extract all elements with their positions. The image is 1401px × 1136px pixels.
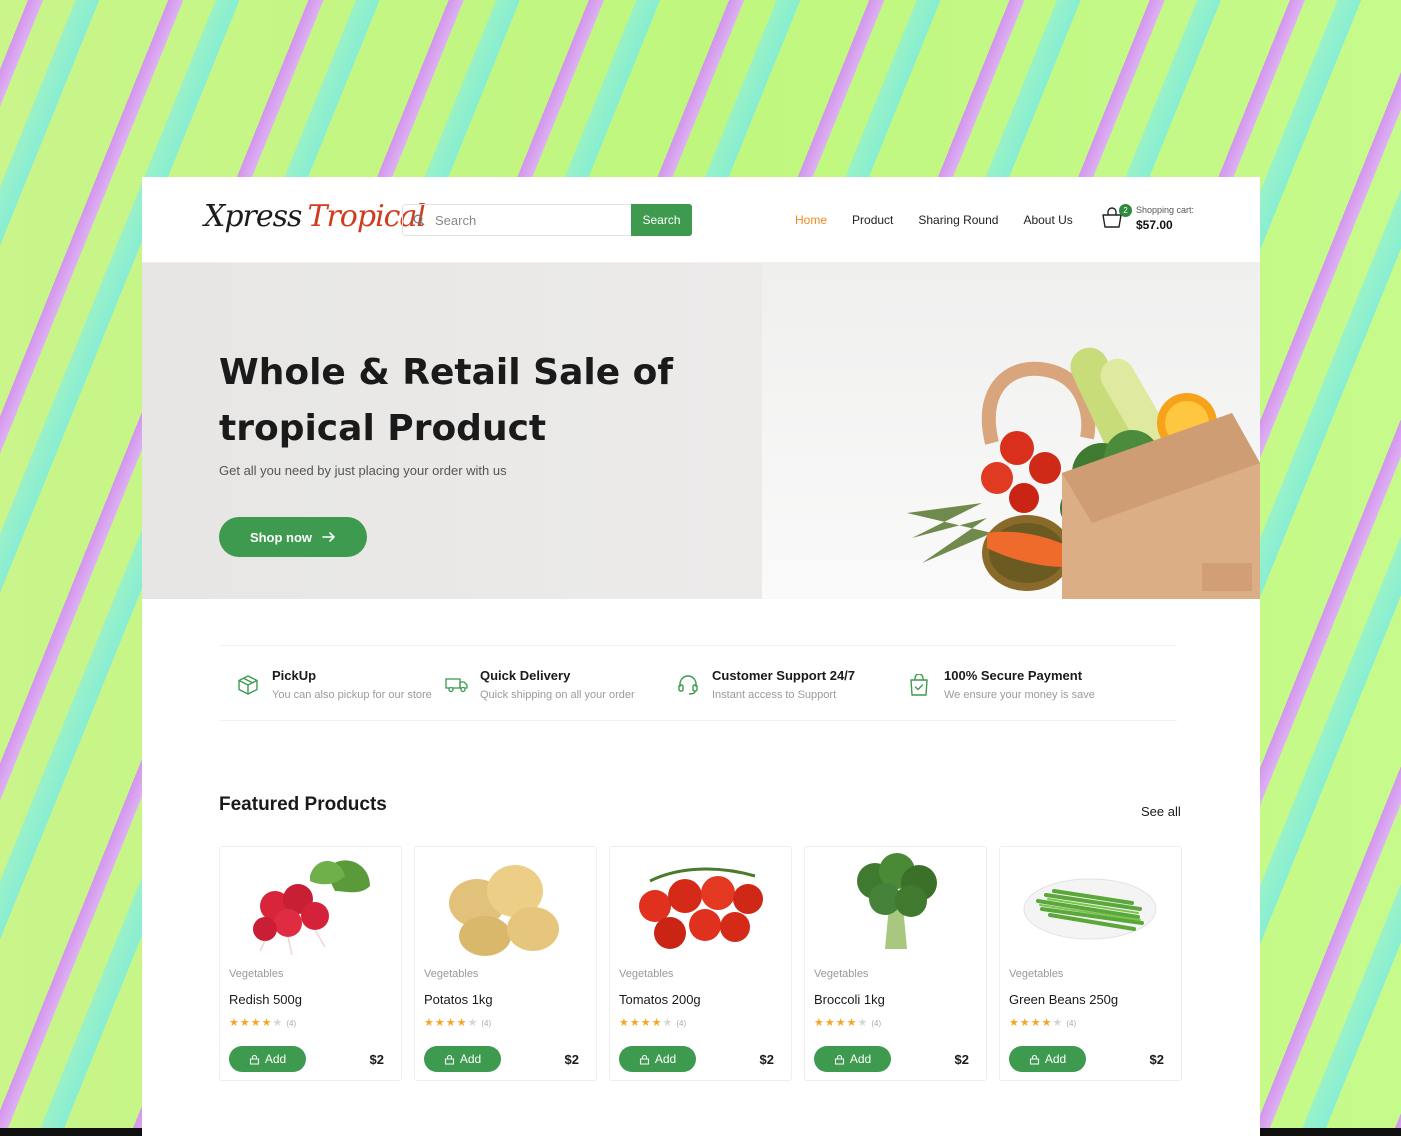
add-to-cart-button[interactable]: Add (424, 1046, 501, 1072)
product-card[interactable]: Vegetables Green Beans 250g ★★★★★ (4) Add… (999, 846, 1182, 1081)
product-card[interactable]: Vegetables Potatos 1kg ★★★★★ (4) Add $2 (414, 846, 597, 1081)
feature-quick-delivery: Quick Delivery Quick shipping on all you… (445, 646, 677, 720)
product-price: $2 (1149, 1052, 1164, 1067)
product-price: $2 (369, 1052, 384, 1067)
lock-bag-icon (639, 1054, 649, 1065)
broccoli-image (857, 853, 937, 949)
box-icon (237, 674, 263, 700)
review-count: (4) (871, 1019, 882, 1028)
add-label: Add (459, 1052, 482, 1066)
main-nav: Home Product Sharing Round About Us (795, 213, 1073, 227)
review-count: (4) (286, 1019, 297, 1028)
feature-customer-support: Customer Support 24/7 Instant access to … (677, 646, 909, 720)
add-to-cart-button[interactable]: Add (1009, 1046, 1086, 1072)
product-category: Vegetables (229, 968, 284, 980)
add-to-cart-button[interactable]: Add (619, 1046, 696, 1072)
product-name: Tomatos 200g (619, 992, 701, 1007)
product-category: Vegetables (814, 968, 869, 980)
features-strip: PickUp You can also pickup for our store… (219, 645, 1177, 721)
nav-sharing-round[interactable]: Sharing Round (918, 213, 998, 227)
hero-grocery-bag-image (762, 263, 1260, 599)
cart-amount: $57.00 (1136, 218, 1173, 232)
star-rating: ★★★★★ (4) (1009, 1017, 1077, 1029)
product-card[interactable]: Vegetables Tomatos 200g ★★★★★ (4) Add $2 (609, 846, 792, 1081)
green-beans-image (1023, 878, 1157, 940)
see-all-link[interactable]: See all (1141, 804, 1181, 819)
product-price: $2 (564, 1052, 579, 1067)
feature-title: Customer Support 24/7 (712, 668, 856, 683)
product-name: Broccoli 1kg (814, 992, 885, 1007)
star-rating: ★★★★★ (4) (814, 1017, 882, 1029)
star-rating: ★★★★★ (4) (424, 1017, 492, 1029)
header: XpressTropical Search Home Product Shari… (142, 177, 1260, 263)
feature-desc: Instant access to Support (712, 689, 837, 701)
search-button[interactable]: Search (631, 204, 692, 236)
review-count: (4) (1066, 1019, 1077, 1028)
webpage: XpressTropical Search Home Product Shari… (142, 177, 1260, 1136)
product-card[interactable]: Vegetables Redish 500g ★★★★★ (4) Add $2 (219, 846, 402, 1081)
feature-title: PickUp (272, 668, 317, 683)
add-to-cart-button[interactable]: Add (229, 1046, 306, 1072)
truck-icon (445, 674, 471, 700)
feature-desc: You can also pickup for our store (272, 689, 432, 701)
add-label: Add (849, 1052, 872, 1066)
nav-home[interactable]: Home (795, 213, 827, 227)
search-input[interactable] (435, 205, 631, 235)
product-price: $2 (954, 1052, 969, 1067)
logo-text-xpress: Xpress (204, 199, 302, 234)
add-label: Add (264, 1052, 287, 1066)
cart-label: Shopping cart: (1136, 205, 1195, 215)
lock-bag-icon (444, 1054, 454, 1065)
search-icon (403, 205, 435, 235)
feature-desc: Quick shipping on all your order (480, 689, 635, 701)
add-label: Add (654, 1052, 677, 1066)
nav-about-us[interactable]: About Us (1023, 213, 1072, 227)
shop-now-button[interactable]: Shop now (219, 517, 367, 557)
star-rating: ★★★★★ (4) (229, 1017, 297, 1029)
review-count: (4) (676, 1019, 687, 1028)
cart-count-badge: 2 (1119, 203, 1132, 217)
product-name: Green Beans 250g (1009, 992, 1119, 1007)
hero-subtitle: Get all you need by just placing your or… (219, 463, 507, 478)
potatoes-image (449, 865, 559, 956)
add-to-cart-button[interactable]: Add (814, 1046, 891, 1072)
product-name: Potatos 1kg (424, 992, 493, 1007)
logo[interactable]: Xpress Tropical (204, 199, 426, 234)
arrow-right-icon (322, 532, 335, 542)
lock-bag-icon (834, 1054, 844, 1065)
feature-title: Quick Delivery (480, 668, 571, 683)
product-category: Vegetables (1009, 968, 1064, 980)
shopping-bag-check-icon (909, 673, 935, 700)
product-category: Vegetables (619, 968, 674, 980)
cart-bag-icon: 2 (1100, 203, 1132, 232)
product-name: Redish 500g (229, 992, 302, 1007)
feature-pickup: PickUp You can also pickup for our store (219, 646, 445, 720)
star-rating: ★★★★★ (4) (619, 1017, 687, 1029)
radish-image (253, 860, 370, 956)
hero-banner: Whole & Retail Sale of tropical Product … (142, 263, 1260, 599)
product-card[interactable]: Vegetables Broccoli 1kg ★★★★★ (4) Add $2 (804, 846, 987, 1081)
lock-bag-icon (249, 1054, 259, 1065)
feature-title: 100% Secure Payment (944, 668, 1083, 683)
shop-now-label: Shop now (249, 529, 313, 545)
headset-icon (677, 674, 703, 700)
lock-bag-icon (1029, 1054, 1039, 1065)
review-count: (4) (481, 1019, 492, 1028)
featured-products-title: Featured Products (219, 794, 387, 815)
search-bar: Search (402, 204, 692, 236)
product-category: Vegetables (424, 968, 479, 980)
hero-title: Whole & Retail Sale of tropical Product (219, 352, 674, 449)
nav-product[interactable]: Product (852, 213, 893, 227)
product-price: $2 (759, 1052, 774, 1067)
feature-secure-payment: 100% Secure Payment We ensure your money… (909, 646, 1159, 720)
shopping-cart[interactable]: 2 Shopping cart: $57.00 (1100, 203, 1195, 232)
tomatoes-image (639, 867, 763, 949)
product-grid: Vegetables Redish 500g ★★★★★ (4) Add $2 V… (219, 846, 1182, 1081)
add-label: Add (1044, 1052, 1067, 1066)
feature-desc: We ensure your money is save (944, 689, 1095, 701)
